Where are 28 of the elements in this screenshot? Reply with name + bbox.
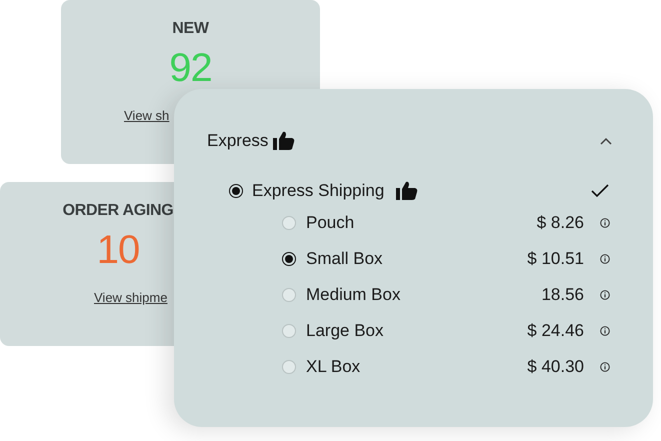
stat-value: 10 (96, 230, 140, 270)
thumbs-up-icon (396, 181, 418, 201)
info-icon[interactable] (600, 362, 610, 372)
option-price: $ 8.26 (536, 213, 584, 233)
info-icon[interactable] (600, 290, 610, 300)
info-icon[interactable] (600, 326, 610, 336)
card-title: ORDER AGING (62, 202, 174, 220)
view-shipments-link[interactable]: View shipme (0, 290, 168, 305)
option-label[interactable]: Large Box (306, 321, 514, 341)
section-title: Express (207, 131, 268, 151)
option-label[interactable]: Small Box (306, 249, 514, 269)
chevron-icon[interactable] (599, 136, 613, 146)
option-label[interactable]: Pouch (306, 213, 514, 233)
option-price: $ 40.30 (526, 357, 584, 377)
shipping-method-label[interactable]: Express Shipping (252, 181, 384, 201)
option-label[interactable]: Medium Box (306, 285, 514, 305)
option-price: 18.56 (540, 285, 584, 305)
card-title: NEW (172, 20, 209, 38)
info-icon[interactable] (600, 218, 610, 228)
option-label[interactable]: XL Box (306, 357, 514, 377)
view-shipments-link[interactable]: View sh (61, 108, 170, 123)
radio-button[interactable] (229, 184, 243, 198)
option-price: $ 24.46 (526, 321, 584, 341)
radio-button[interactable] (282, 252, 296, 266)
stat-value: 92 (169, 48, 212, 88)
option-price: $ 10.51 (526, 249, 584, 269)
thumbs-up-icon (273, 131, 296, 151)
info-icon[interactable] (600, 254, 610, 264)
